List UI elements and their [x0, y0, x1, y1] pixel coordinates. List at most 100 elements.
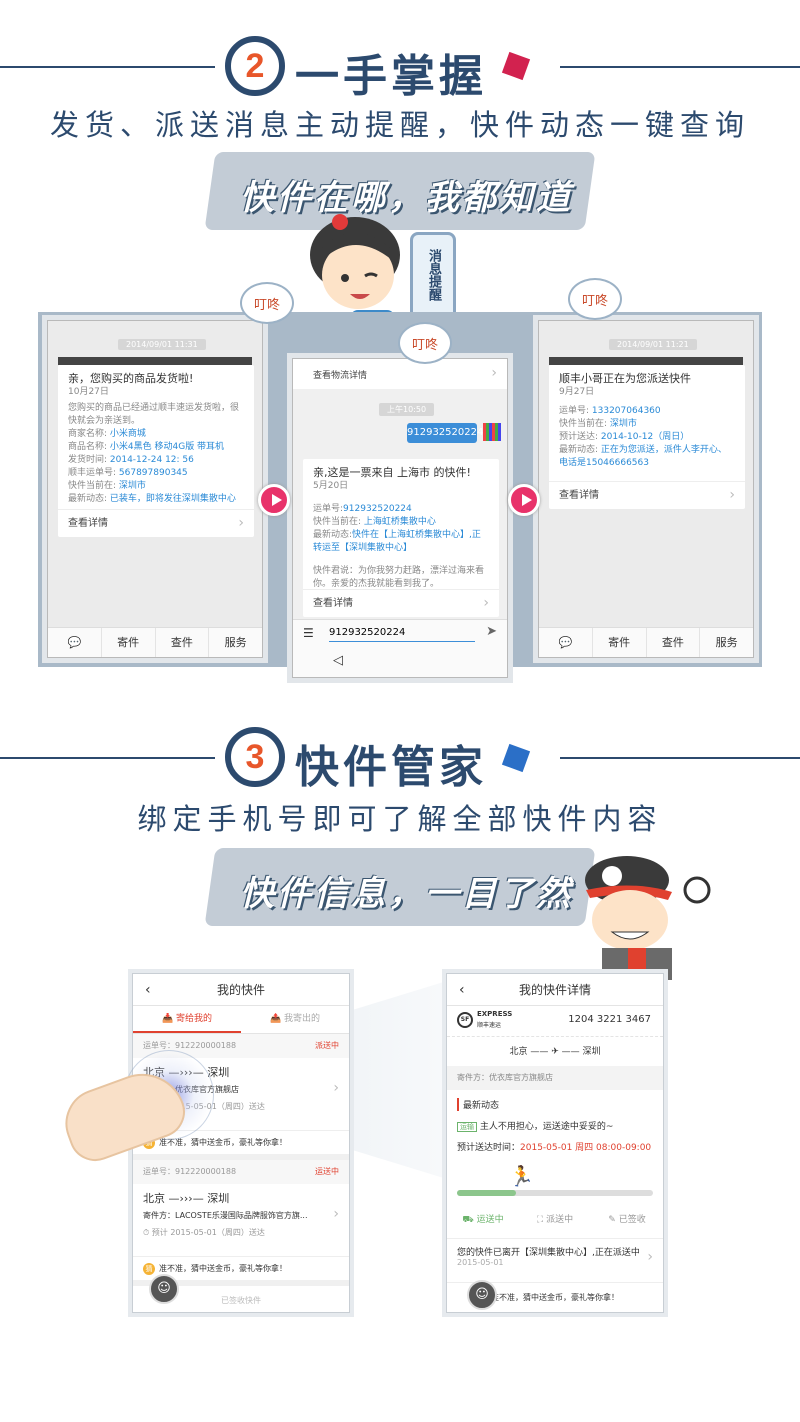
- card-title: 亲，您购买的商品发货啦!: [68, 372, 194, 385]
- info-value: 133207064360: [591, 406, 661, 416]
- message-input[interactable]: [329, 624, 475, 642]
- waybill-label: 运单号:: [313, 504, 344, 514]
- back-arrow-icon[interactable]: ‹: [145, 974, 151, 1006]
- card-date: 5月20日: [313, 481, 349, 491]
- info-row: 快件当前在: 深圳市: [559, 418, 735, 431]
- card-info-rows: 商家名称: 小米商城 商品名称: 小米4黑色 移动4G版 带耳机 发货时间: 201…: [68, 428, 244, 506]
- chevron-right-icon: ›: [491, 365, 497, 381]
- package-item[interactable]: 运单号：912220000188 运送中 北京 —›››— 深圳 寄件方：LACOST…: [133, 1160, 349, 1286]
- waybill-value: 912932520224: [343, 504, 412, 514]
- header-bar: ‹ 我的快件: [133, 974, 349, 1006]
- status-row[interactable]: 您的快件已离开【深圳集散中心】,正在派送中 2015-05-01 ›: [447, 1238, 663, 1276]
- chat-icon[interactable]: 💬: [48, 628, 101, 657]
- info-row: 顺丰运单号: 567897890345: [68, 467, 244, 480]
- tab-send[interactable]: 寄件: [100, 628, 155, 657]
- shipment-card: 亲,这是一票来自 上海市 的快件! 5月20日 运单号:912932520224…: [303, 459, 499, 617]
- page-title: 我的快件: [216, 983, 265, 997]
- location-value: 上海虹桥集散中心: [363, 517, 436, 527]
- view-detail-link[interactable]: 查看详情 ›: [549, 481, 745, 509]
- next-arrow-icon: [258, 484, 290, 516]
- divider-left: [0, 66, 215, 68]
- divider-right: [560, 757, 800, 759]
- package-detail-phone: ‹ 我的快件详情 SF EXPRESS 顺丰速运 1204 3221 3467 北…: [446, 973, 664, 1313]
- package-icon: 📤: [269, 1014, 285, 1024]
- status-badge: 运送中: [315, 1167, 339, 1176]
- courier-mascot-illustration: [572, 850, 722, 980]
- info-row: 最新动态: 已装车，即将发往深圳集散中心: [68, 493, 244, 506]
- waybill-row: SF EXPRESS 顺丰速运 1204 3221 3467: [447, 1006, 663, 1036]
- package-body: 北京 —›››— 深圳 寄件方：LACOSTE乐漫国际品牌服饰官方旗... ⏱ 预计…: [133, 1184, 349, 1256]
- info-key: 最新动态:: [559, 445, 601, 455]
- route-row: 北京 —— ✈ —— 深圳: [447, 1036, 663, 1066]
- back-arrow-icon[interactable]: ‹: [459, 974, 465, 1006]
- info-row: 预计送达: 2014-10-12（周日）: [559, 431, 735, 444]
- delivery-card: 顺丰小哥正在为您派送快件 9月27日 运单号: 133207064360 快件当前…: [549, 365, 745, 509]
- page-title: 我的快件详情: [518, 983, 591, 997]
- sf-logo-icon: SF: [457, 1012, 473, 1028]
- latest-section: 最新动态 运输 主人不用担心，运送途中妥妥的~ 预计送达时间：2015-05-0…: [447, 1090, 663, 1153]
- input-bar: ☰ ➤: [293, 619, 507, 647]
- tab-track[interactable]: 查件: [154, 628, 209, 657]
- view-logistics-link[interactable]: 查看物流详情 ›: [293, 359, 507, 389]
- progress-fill: [457, 1190, 516, 1196]
- info-row: 运单号: 133207064360: [559, 405, 735, 418]
- divider-left: [0, 757, 215, 759]
- bottom-tabbar: 💬 寄件 查件 服务: [539, 627, 753, 657]
- card-title: 顺丰小哥正在为您派送快件: [559, 372, 691, 385]
- tab-service[interactable]: 服务: [699, 628, 753, 657]
- card-date: 10月27日: [68, 387, 109, 397]
- view-detail-link[interactable]: 查看详情 ›: [303, 589, 499, 617]
- section-number-badge: 3: [225, 727, 285, 787]
- phone-middle: 查看物流详情 › 上午10:50 912932520224 亲,这是一票来自 上海…: [292, 358, 508, 678]
- eta: ⏱ 预计 2015-05-01（周四）送达: [143, 1228, 265, 1237]
- info-key: 快件当前在:: [559, 419, 610, 429]
- view-detail-link[interactable]: 查看详情 ›: [58, 509, 254, 537]
- next-arrow-icon: [508, 484, 540, 516]
- tab-received[interactable]: 📥 寄给我的: [133, 1006, 241, 1033]
- step-in-transit: ⛟ 运送中: [462, 1215, 504, 1225]
- latest-message: 主人不用担心，运送途中妥妥的~: [479, 1122, 614, 1132]
- phone-left: 2014/09/01 11:31 亲，您购买的商品发货啦! 10月27日 您购买…: [47, 320, 263, 658]
- info-value: 2014-12-24 12: 56: [109, 455, 194, 465]
- step-signed: ✎ 已签收: [608, 1215, 646, 1225]
- step-delivering: ⛶ 派送中: [536, 1215, 574, 1225]
- chevron-right-icon: ›: [729, 487, 735, 503]
- user-profile-icon[interactable]: ☺: [149, 1274, 179, 1304]
- waybill-number: 1204 3221 3467: [568, 1014, 651, 1025]
- tab-sent[interactable]: 📤 我寄出的: [241, 1006, 349, 1033]
- info-value: 小米商城: [109, 429, 146, 439]
- package-icon: 📥: [161, 1014, 177, 1024]
- user-profile-icon[interactable]: ☺: [467, 1280, 497, 1310]
- sender: 寄件方：LACOSTE乐漫国际品牌服饰官方旗...: [143, 1211, 308, 1220]
- runner-mascot-icon: 🏃: [509, 1164, 534, 1188]
- info-value: 567897890345: [118, 468, 188, 478]
- tab-send[interactable]: 寄件: [591, 628, 646, 657]
- menu-list-icon[interactable]: ☰: [303, 626, 314, 640]
- chevron-right-icon: ›: [483, 595, 489, 611]
- back-triangle-icon[interactable]: ◁: [333, 653, 343, 668]
- section-title: 快件管家: [295, 742, 487, 793]
- eta-value: 2015-05-01 周四 08:00-09:00: [520, 1143, 652, 1153]
- send-icon[interactable]: ➤: [486, 624, 497, 639]
- header-bar: ‹ 我的快件详情: [447, 974, 663, 1006]
- chevron-right-icon: ›: [333, 1206, 339, 1222]
- tab-service[interactable]: 服务: [208, 628, 262, 657]
- card-date: 9月27日: [559, 387, 595, 397]
- info-key: 预计送达:: [559, 432, 601, 442]
- tab-track[interactable]: 查件: [645, 628, 700, 657]
- pointing-hand-illustration: [55, 1040, 214, 1169]
- info-key: 最新动态:: [68, 494, 110, 504]
- info-row: 快件当前在: 深圳市: [68, 480, 244, 493]
- dingdong-bubble-middle: 叮咚: [398, 322, 452, 364]
- mascot-phone-illustration: 消息提醒: [410, 232, 456, 322]
- divider-right: [560, 66, 800, 68]
- box-icon: ⛶: [536, 1215, 547, 1225]
- plane-icon: ✈: [551, 1047, 559, 1057]
- tab-bar: 📥 寄给我的 📤 我寄出的: [133, 1006, 349, 1034]
- chat-icon[interactable]: 💬: [539, 628, 592, 657]
- timestamp: 2014/09/01 11:31: [118, 339, 206, 350]
- status-tag: 运输: [457, 1122, 477, 1132]
- step-indicator: ⛟ 运送中 ⛶ 派送中 ✎ 已签收: [447, 1212, 663, 1226]
- phone-right: 2014/09/01 11:21 顺丰小哥正在为您派送快件 9月27日 运单号:…: [538, 320, 754, 658]
- info-row: 商品名称: 小米4黑色 移动4G版 带耳机: [68, 441, 244, 454]
